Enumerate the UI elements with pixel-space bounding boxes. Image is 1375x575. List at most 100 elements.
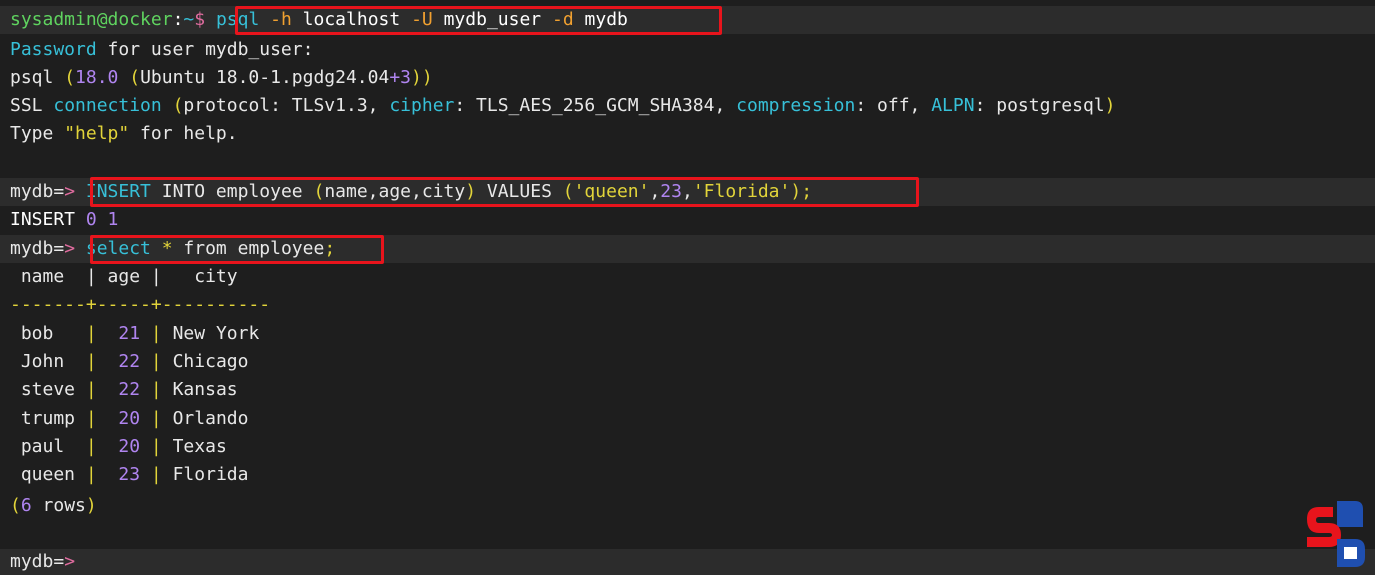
cell-name: John <box>10 351 86 372</box>
ssl-j: : off, <box>855 95 932 116</box>
ver-c: 18.0 <box>75 67 130 88</box>
arg-user: mydb_user <box>443 9 542 30</box>
row-count: (6 rows) <box>0 492 1375 520</box>
table-row: trump | 20 | Orlando <box>10 408 249 429</box>
ver-e: Ubuntu 18.0-1.pgdg24.04 <box>140 67 390 88</box>
help-hint-line: Type "help" for help. <box>0 120 1375 148</box>
ins-cols: name,age,city <box>324 181 466 202</box>
sel-star: * <box>150 238 184 259</box>
cell-city: New York <box>172 323 260 344</box>
insert-result-b: 0 1 <box>85 209 119 230</box>
ins-semi: ; <box>801 181 813 202</box>
ver-g: )) <box>411 67 433 88</box>
cell-city: Chicago <box>172 351 249 372</box>
terminal-window[interactable]: sysadmin@docker:~$ psql -h localhost -U … <box>0 0 1375 575</box>
cell-city: Florida <box>172 464 249 485</box>
ins-p2: ) <box>465 181 477 202</box>
ssl-b: connection <box>53 95 162 116</box>
cell-city: Kansas <box>172 379 238 400</box>
insert-command-line: mydb=> INSERT INTO employee (name,age,ci… <box>0 178 1375 206</box>
kw-select: select <box>85 238 151 259</box>
cell-name: trump <box>10 408 86 429</box>
ssl-f: : TLSv1.3, <box>270 95 390 116</box>
count-num: 6 <box>20 495 32 516</box>
table-row: John | 22 | Chicago <box>10 351 249 372</box>
kw-insert: INSERT <box>85 181 151 202</box>
password-rest: for user mydb_user: <box>96 39 314 60</box>
table-row: steve | 22 | Kansas <box>10 379 238 400</box>
help-c: for help. <box>129 123 238 144</box>
ins-p1: ( <box>313 181 325 202</box>
psql-version-line: psql (18.0 (Ubuntu 18.0-1.pgdg24.04+3)) <box>0 64 1375 92</box>
ssl-l: : postgresql <box>974 95 1105 116</box>
ssl-info-line: SSL connection (protocol: TLSv1.3, ciphe… <box>0 92 1375 120</box>
sel-rest: from employee <box>183 238 325 259</box>
ssl-g: cipher <box>389 95 455 116</box>
ver-f: +3 <box>389 67 411 88</box>
ssl-i: compression <box>736 95 856 116</box>
prompt-dollar: $ <box>194 9 206 30</box>
cell-city: Orlando <box>172 408 249 429</box>
count-close: ) <box>85 495 97 516</box>
table-separator: -------+-----+---------- <box>10 294 271 315</box>
psql-prompt: mydb= <box>10 181 65 202</box>
flag-d: -d <box>551 9 574 30</box>
ins-t1: INTO employee <box>150 181 314 202</box>
cell-name: queen <box>10 464 86 485</box>
psql-prompt-arrow: > <box>64 238 76 259</box>
table-row: paul | 20 | Texas <box>10 436 227 457</box>
cell-name: bob <box>10 323 86 344</box>
ver-b: ( <box>64 67 76 88</box>
prompt-sep: : <box>172 9 184 30</box>
ins-t2: VALUES <box>476 181 563 202</box>
ins-s1: 'queen' <box>573 181 650 202</box>
help-a: Type <box>10 123 65 144</box>
password-word: Password <box>10 39 97 60</box>
cell-city: Texas <box>172 436 227 457</box>
cell-age: 22 <box>118 351 141 372</box>
ssl-a: SSL <box>10 95 54 116</box>
psql-prompt-arrow: > <box>64 181 76 202</box>
prompt-path: ~ <box>183 9 195 30</box>
arg-db: mydb <box>584 9 628 30</box>
help-b: "help" <box>64 123 130 144</box>
select-command-line: mydb=> select * from employee; <box>0 235 1375 263</box>
cell-age: 20 <box>118 436 141 457</box>
shell-command-line: sysadmin@docker:~$ psql -h localhost -U … <box>0 6 1375 34</box>
ssl-h: : TLS_AES_256_GCM_SHA384, <box>454 95 737 116</box>
table-row: queen | 23 | Florida <box>10 464 249 485</box>
ssl-d: ( <box>172 95 184 116</box>
ins-num: 23 <box>660 181 682 202</box>
ssl-m: ) <box>1104 95 1116 116</box>
insert-result-line: INSERT 0 1 <box>0 206 1375 234</box>
flag-h: -h <box>270 9 292 30</box>
ins-comma2: , <box>681 181 693 202</box>
cell-name: steve <box>10 379 86 400</box>
prompt-user-host: sysadmin@docker <box>10 9 173 30</box>
count-text: rows <box>31 495 86 516</box>
arg-host: localhost <box>302 9 401 30</box>
ssl-e: protocol <box>183 95 271 116</box>
final-prompt-line[interactable]: mydb=> <box>0 549 1375 575</box>
psql-prompt: mydb= <box>10 238 65 259</box>
flag-U: -U <box>411 9 433 30</box>
table-row: bob | 21 | New York <box>10 323 260 344</box>
ver-d: ( <box>129 67 141 88</box>
cell-age: 22 <box>118 379 141 400</box>
ins-p4: ) <box>790 181 802 202</box>
cell-name: paul <box>10 436 86 457</box>
psql-prompt: mydb= <box>10 551 65 572</box>
ins-s2: 'Florida' <box>692 181 791 202</box>
table-header: name | age | city <box>10 266 238 287</box>
sel-semi: ; <box>324 238 336 259</box>
password-prompt: Password for user mydb_user: <box>0 36 1375 64</box>
cmd-psql: psql <box>215 9 260 30</box>
insert-result-a: INSERT <box>10 209 86 230</box>
ins-comma1: , <box>649 181 661 202</box>
ssl-k: ALPN <box>931 95 975 116</box>
cell-age: 20 <box>118 408 141 429</box>
ins-p3: ( <box>562 181 574 202</box>
ssl-c <box>162 95 173 116</box>
cell-age: 23 <box>118 464 141 485</box>
psql-prompt-arrow: > <box>64 551 76 572</box>
